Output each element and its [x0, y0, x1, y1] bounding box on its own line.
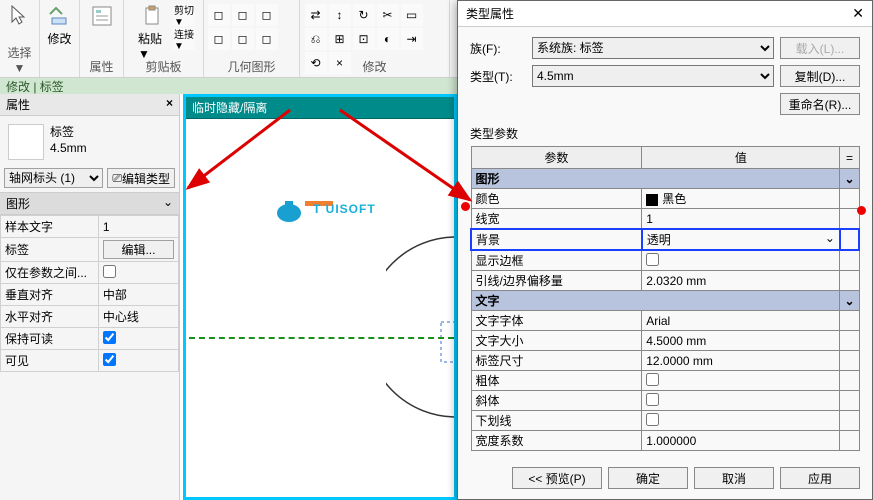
ribbon-label-geom: 几何图形 — [204, 58, 299, 75]
dialog-titlebar: 类型属性 ✕ — [458, 1, 872, 27]
panel-close-btn[interactable]: × — [166, 96, 173, 113]
type-selector[interactable]: 标签 4.5mm — [0, 116, 179, 164]
prop-row-keep: 保持可读 — [1, 328, 179, 350]
dialog-close-btn[interactable]: ✕ — [852, 5, 864, 22]
prop-row-paramonly: 仅在参数之间... — [1, 262, 179, 284]
visible-check[interactable] — [103, 353, 116, 366]
param-row-offset: 引线/边界偏移量2.0320 mm — [471, 271, 859, 291]
mod-btn-10[interactable]: ⇥ — [401, 28, 423, 50]
param-row-bg: 背景透明⌄ — [471, 229, 859, 250]
panel-titlebar: 属性 × — [0, 94, 179, 116]
properties-icon — [90, 4, 114, 28]
family-select[interactable]: 系统族: 标签 — [532, 37, 774, 59]
italic-check[interactable] — [646, 393, 659, 406]
param-row-ul: 下划线 — [471, 411, 859, 431]
dropdown-icon[interactable]: ⌄ — [825, 231, 835, 245]
prop-row-halign: 水平对齐中心线 — [1, 306, 179, 328]
mod-btn-3[interactable]: ↻ — [353, 4, 375, 26]
color-swatch-icon — [646, 194, 658, 206]
load-btn: 载入(L)... — [780, 37, 860, 59]
geom-btn-1[interactable]: ◻ — [208, 4, 230, 26]
preview-btn[interactable]: << 预览(P) — [512, 467, 602, 489]
modify-icon — [48, 4, 72, 28]
ribbon-label-clip: 剪贴板 — [124, 58, 203, 75]
cancel-btn[interactable]: 取消 — [694, 467, 774, 489]
param-row-tab: 标签尺寸12.0000 mm — [471, 351, 859, 371]
param-row-size: 文字大小4.5000 mm — [471, 331, 859, 351]
geom-btn-4[interactable]: ◻ — [208, 28, 230, 50]
type-params-label: 类型参数 — [470, 125, 860, 142]
mod-btn-7[interactable]: ⊞ — [329, 28, 351, 50]
mod-btn-9[interactable]: ◐ — [377, 28, 399, 50]
rename-btn[interactable]: 重命名(R)... — [780, 93, 860, 115]
select-tool[interactable] — [2, 2, 38, 32]
paramonly-check[interactable] — [103, 265, 116, 278]
prop-row-sample: 样本文字1 — [1, 216, 179, 238]
copy-btn[interactable]: 复制(D)... — [780, 65, 860, 87]
prop-row-label: 标签编辑... — [1, 238, 179, 262]
geom-btn-6[interactable]: ◻ — [256, 28, 278, 50]
ok-btn[interactable]: 确定 — [608, 467, 688, 489]
param-row-font: 文字字体Arial — [471, 311, 859, 331]
properties-panel: 属性 × 标签 4.5mm 轴网标头 (1) ⎚ 编辑类型 图形 ⌄ 样本文字1… — [0, 94, 180, 500]
prop-row-valign: 垂直对齐中部 — [1, 284, 179, 306]
cursor-icon — [8, 4, 32, 28]
type-icon — [8, 124, 44, 160]
canvas-iso-header: 临时隐藏/隔离 — [186, 97, 454, 119]
mod-btn-5[interactable]: ▭ — [401, 4, 423, 26]
param-row-italic: 斜体 — [471, 391, 859, 411]
param-row-color: 颜色黑色 — [471, 189, 859, 209]
type-param-table: 参数值= 图形⌄ 颜色黑色 线宽1 背景透明⌄ 显示边框 引线/边界偏移量2.0… — [470, 146, 860, 451]
mod-btn-6[interactable]: ⎌ — [305, 28, 327, 50]
mod-btn-1[interactable]: ⇄ — [305, 4, 327, 26]
join-btn[interactable]: 连接 ▼ — [173, 28, 195, 50]
param-row-border: 显示边框 — [471, 250, 859, 271]
border-check[interactable] — [646, 253, 659, 266]
paste-btn[interactable]: 粘贴 ▼ — [132, 2, 173, 63]
bold-check[interactable] — [646, 373, 659, 386]
properties-btn[interactable] — [84, 2, 120, 32]
type-label: 类型(T): — [470, 68, 526, 85]
ribbon-label-props: 属性 — [80, 58, 123, 75]
underline-check[interactable] — [646, 413, 659, 426]
modify-tool[interactable]: 修改 — [42, 2, 78, 49]
grid-line — [189, 337, 454, 339]
collapse-icon: ⌄ — [163, 195, 173, 212]
property-grid: 样本文字1 标签编辑... 仅在参数之间... 垂直对齐中部 水平对齐中心线 保… — [0, 215, 179, 372]
param-row-wfac: 宽度系数1.000000 — [471, 431, 859, 451]
edit-type-button[interactable]: ⎚ 编辑类型 — [107, 168, 175, 188]
keep-check[interactable] — [103, 331, 116, 344]
edit-label-btn[interactable]: 编辑... — [103, 240, 174, 259]
ribbon-label-select: 选择 ▼ — [0, 44, 39, 75]
prop-section-graphics[interactable]: 图形 ⌄ — [0, 192, 179, 215]
family-label: 族(F): — [470, 40, 526, 57]
ribbon-label-modify: 修改 — [300, 58, 449, 75]
param-row-lw: 线宽1 — [471, 209, 859, 230]
apply-btn[interactable]: 应用 — [780, 467, 860, 489]
type-select[interactable]: 4.5mm — [532, 65, 774, 87]
type-properties-dialog: 类型属性 ✕ 族(F): 系统族: 标签 载入(L)... 类型(T): 4.5… — [457, 0, 873, 500]
mod-btn-4[interactable]: ✂ — [377, 4, 399, 26]
mod-btn-8[interactable]: ⊡ — [353, 28, 375, 50]
mod-btn-2[interactable]: ↕ — [329, 4, 351, 26]
instance-filter[interactable]: 轴网标头 (1) — [4, 168, 103, 188]
cut-btn[interactable]: 剪切 ▼ — [173, 4, 195, 26]
prop-row-visible: 可见 — [1, 350, 179, 372]
geom-btn-5[interactable]: ◻ — [232, 28, 254, 50]
grid-bubble-arc — [386, 227, 457, 427]
drawing-canvas[interactable]: 临时隐藏/隔离 — [183, 94, 457, 500]
paste-icon — [141, 4, 165, 28]
geom-btn-2[interactable]: ◻ — [232, 4, 254, 26]
param-row-bold: 粗体 — [471, 371, 859, 391]
edit-type-icon: ⎚ — [112, 171, 122, 186]
geom-btn-3[interactable]: ◻ — [256, 4, 278, 26]
